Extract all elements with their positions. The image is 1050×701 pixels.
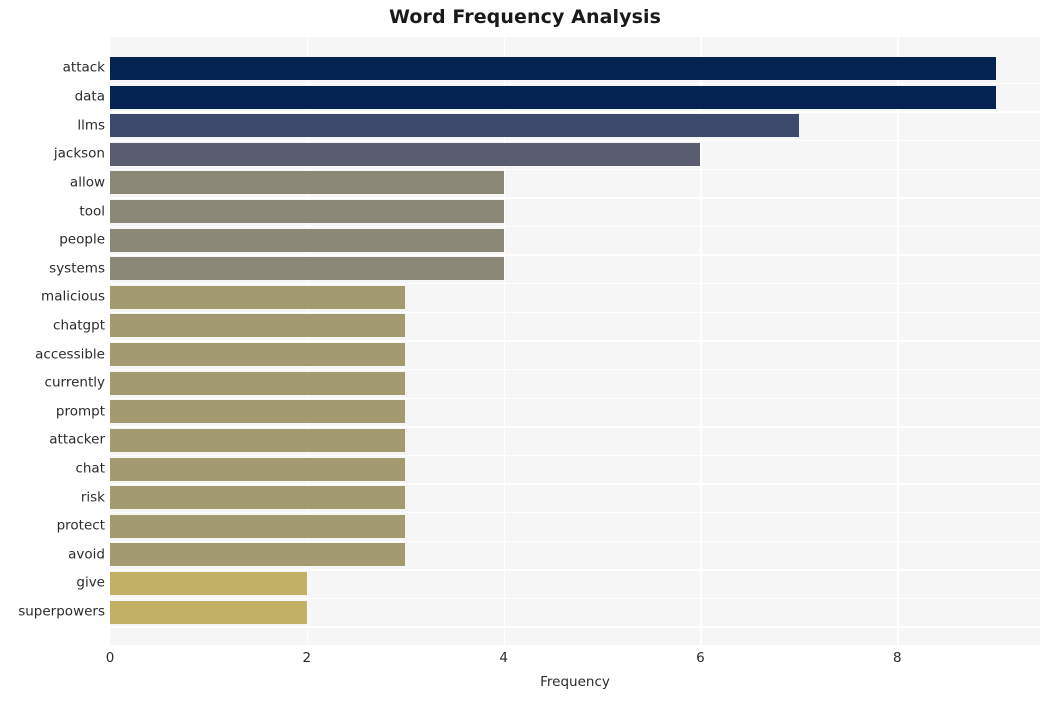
gridline-horizontal [110,197,1040,199]
y-tick-label: accessible [35,345,105,362]
bar [110,56,996,80]
bar [110,142,701,166]
gridline-horizontal [110,82,1040,85]
bar [110,314,406,338]
y-tick-label: risk [80,488,105,505]
gridline-horizontal [110,511,1040,514]
gridline-horizontal [110,168,1040,170]
gridline-horizontal [110,397,1040,399]
bar [110,400,406,424]
bar [110,200,504,224]
y-tick-label: people [59,231,105,248]
y-tick-label: avoid [68,546,105,563]
y-tick-label: data [74,88,105,105]
y-tick-label: jackson [53,145,105,162]
gridline-horizontal [110,626,1040,628]
x-tick-label: 2 [302,650,312,666]
y-tick-label: chat [75,460,105,477]
bar [110,171,504,195]
bar [110,428,406,452]
gridline-horizontal [110,111,1040,113]
gridline-horizontal [110,483,1040,485]
bar [110,543,406,567]
y-tick-label: protect [56,517,105,534]
y-tick-label: llms [77,116,105,133]
x-tick-label: 6 [696,650,705,666]
bar [110,457,406,481]
gridline-horizontal [110,225,1040,228]
gridline-horizontal [110,540,1040,542]
bar [110,371,406,395]
bar [110,600,307,624]
y-tick-label: attack [62,59,105,76]
bar [110,343,406,367]
x-tick-label: 0 [105,650,115,666]
gridline-horizontal [110,454,1040,457]
gridline-horizontal [110,597,1040,600]
y-tick-label: systems [49,260,105,276]
gridline-horizontal [110,283,1040,285]
bar [110,228,504,252]
bar [110,85,996,109]
x-axis-label: Frequency [540,674,610,690]
bar [110,486,406,510]
y-tick-label: give [76,574,105,591]
bar [110,285,406,309]
bar [110,114,799,138]
y-tick-label: chatgpt [53,317,105,334]
bar [110,571,307,595]
chart-title: Word Frequency Analysis [388,6,662,28]
y-tick-label: superpowers [18,603,105,620]
gridline-horizontal [110,254,1040,256]
bar [110,514,406,538]
x-tick-label: 8 [893,650,902,666]
gridline-horizontal [110,569,1040,571]
gridline-horizontal [110,340,1040,342]
chart-figure: Word Frequency Analysis 0 2 4 6 8 attack data… [0,0,1050,701]
y-tick-label: attacker [49,431,105,448]
gridline-horizontal [110,426,1040,428]
y-tick-label: currently [44,374,105,391]
gridline-horizontal [110,311,1040,314]
gridline-horizontal [110,368,1040,371]
y-tick-label: malicious [41,288,105,305]
x-tick-label: 4 [499,650,508,666]
gridline-horizontal [110,140,1040,142]
y-tick-label: allow [69,174,105,191]
bar [110,257,504,281]
y-tick-label: prompt [55,403,105,420]
y-tick-label: tool [79,202,105,219]
